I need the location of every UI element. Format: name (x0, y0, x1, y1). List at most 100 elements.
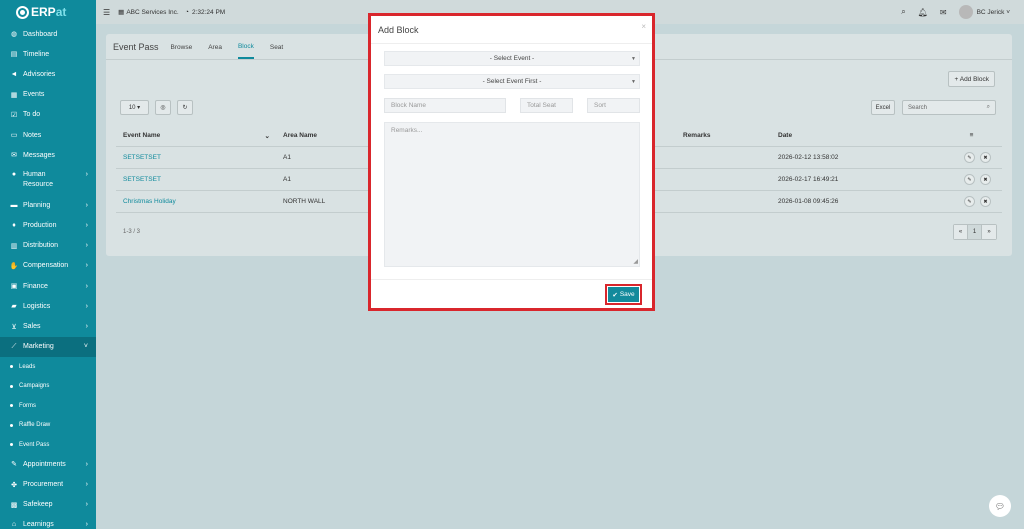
chevron-right-icon: › (85, 242, 88, 250)
remarks-cell (676, 168, 771, 191)
bell-icon[interactable]: 🔔︎ (918, 8, 928, 17)
sidebar-item-production[interactable]: ♦ Production › (0, 216, 96, 236)
column-header-date[interactable]: Date (771, 126, 941, 147)
edit-icon[interactable]: ✎ (964, 173, 975, 185)
sidebar-nav: ◍ Dashboard ▤ Timeline ◄ Advisories ▦ Events… (0, 24, 96, 529)
edit-icon[interactable]: ✎ (964, 151, 975, 163)
add-block-button[interactable]: + Add Block (948, 71, 995, 87)
sidebar-subitem-leads[interactable]: Leads (0, 357, 96, 377)
page-size-select[interactable]: 10 ▾ (120, 100, 149, 115)
sidebar-item-messages[interactable]: ✉ Messages (0, 145, 96, 165)
date-cell: 2026-02-12 13:58:02 (771, 146, 941, 169)
graduation-icon: ⌂ (11, 521, 17, 529)
sort-field[interactable]: Sort (587, 98, 640, 113)
column-header-label: Area Name (283, 132, 317, 140)
sidebar-subitem-event-pass[interactable]: Event Pass (0, 435, 96, 455)
sidebar-item-learnings[interactable]: ⌂ Learnings › (0, 515, 96, 529)
sidebar-item-events[interactable]: ▦ Events (0, 85, 96, 105)
save-button[interactable]: ✔ Save (608, 287, 639, 302)
chevron-right-icon: › (85, 460, 88, 468)
sidebar-item-compensation[interactable]: ✋ Compensation › (0, 256, 96, 276)
resize-handle-icon[interactable]: ◢ (633, 258, 638, 265)
bank-icon: ▥ (10, 242, 18, 250)
page-button-current[interactable]: 1 (968, 225, 982, 239)
list-icon: ≡ (969, 132, 974, 140)
chart-icon: ⟋ (11, 342, 17, 350)
sidebar-item-label: Messages (23, 151, 55, 159)
sidebar-subitem-forms[interactable]: Forms (0, 396, 96, 416)
sidebar-item-label: Finance (23, 282, 48, 290)
sidebar-item-safekeep[interactable]: ▩ Safekeep › (0, 495, 96, 515)
bullet-icon (10, 423, 13, 427)
sidebar-subitem-raffle-draw[interactable]: Raffle Draw (0, 415, 96, 435)
tab-browse[interactable]: Browse (171, 36, 193, 58)
sidebar-subitem-campaigns[interactable]: Campaigns (0, 376, 96, 396)
refresh-button[interactable]: ↻ (177, 100, 193, 115)
row-actions: ✎ ✖ (941, 168, 1002, 191)
excel-button[interactable]: Excel (871, 100, 895, 115)
tab-area[interactable]: Area (208, 36, 222, 58)
event-name-link[interactable]: Christmas Holiday (116, 190, 276, 213)
total-seat-field[interactable]: Total Seat (520, 98, 573, 113)
company-label: ABC Services Inc. (126, 8, 179, 16)
sidebar-item-notes[interactable]: ▭ Notes (0, 125, 96, 145)
app-logo[interactable]: ERP at (0, 0, 96, 24)
sidebar: ERP at ◍ Dashboard ▤ Timeline ◄ Advisories ▦… (0, 0, 96, 529)
sidebar-item-distribution[interactable]: ▥ Distribution › (0, 236, 96, 256)
pagination-info: 1-3 / 3 (123, 229, 141, 235)
chevron-down-icon: ▼ (631, 78, 636, 85)
close-icon[interactable]: × (641, 22, 646, 31)
truck-icon: ▰ (11, 303, 17, 311)
money-icon: ▣ (10, 283, 18, 291)
sidebar-item-appointments[interactable]: ✎ Appointments › (0, 454, 96, 474)
sidebar-item-procurement[interactable]: ✤ Procurement › (0, 475, 96, 495)
tab-block[interactable]: Block (237, 35, 254, 59)
mail-icon[interactable]: ✉ (940, 8, 947, 17)
chat-button[interactable]: 💬︎ (989, 495, 1011, 517)
prev-page-button[interactable]: « (954, 225, 968, 239)
sidebar-item-timeline[interactable]: ▤ Timeline (0, 44, 96, 64)
clock-icon: ◔ (184, 8, 189, 16)
column-header-event-name[interactable]: Event Name ⌄ (116, 126, 276, 147)
sidebar-item-label: Sales (23, 323, 41, 331)
sidebar-item-planning[interactable]: ▬ Planning › (0, 195, 96, 215)
safe-icon: ▩ (10, 501, 18, 509)
user-menu[interactable]: BC Jerick ˅ (977, 9, 1010, 16)
chevron-right-icon: › (85, 171, 88, 179)
checkbox-icon: ☑ (10, 111, 18, 119)
delete-icon[interactable]: ✖ (980, 173, 991, 185)
sidebar-item-marketing[interactable]: ⟋ Marketing ˅ (0, 336, 96, 357)
sidebar-subitem-label: Event Pass (19, 441, 50, 448)
edit-icon[interactable]: ✎ (964, 195, 975, 207)
event-name-link[interactable]: SETSETSET (116, 168, 276, 191)
sidebar-item-advisories[interactable]: ◄ Advisories (0, 64, 96, 84)
chevron-right-icon: › (85, 501, 88, 509)
toggle-columns-button[interactable]: ◎ (155, 100, 171, 115)
search-icon[interactable]: ⌕ (901, 7, 905, 17)
select-event-dropdown[interactable]: - Select Event - ▼ (384, 51, 640, 66)
next-page-button[interactable]: » (982, 225, 996, 239)
search-input[interactable]: Search ⌕ (902, 100, 996, 115)
menu-icon[interactable]: ☰ (103, 8, 110, 17)
sidebar-item-label: Production (23, 222, 57, 230)
sidebar-item-human-resource[interactable]: ● Human Resource › (0, 165, 96, 195)
sidebar-item-dashboard[interactable]: ◍ Dashboard (0, 24, 96, 44)
sidebar-item-finance[interactable]: ▣ Finance › (0, 276, 96, 296)
avatar[interactable] (958, 5, 973, 19)
delete-icon[interactable]: ✖ (980, 151, 991, 163)
delete-icon[interactable]: ✖ (980, 195, 991, 207)
tab-seat[interactable]: Seat (270, 36, 283, 58)
sidebar-item-todo[interactable]: ☑ To do (0, 105, 96, 125)
block-name-field[interactable]: Block Name (384, 98, 506, 113)
select-area-dropdown[interactable]: - Select Event First - ▼ (384, 74, 640, 89)
remarks-textarea[interactable]: Remarks... ◢ (384, 122, 640, 267)
column-header-label: Event Name (123, 131, 161, 139)
chevron-right-icon: › (85, 302, 88, 310)
column-header-remarks[interactable]: Remarks (676, 126, 771, 147)
building-icon: ▦ (118, 9, 125, 16)
event-name-link[interactable]: SETSETSET (116, 146, 276, 169)
column-header-label: Remarks (683, 132, 711, 140)
sidebar-item-label: Planning (23, 201, 51, 209)
sidebar-item-sales[interactable]: ⊻ Sales › (0, 316, 96, 336)
sidebar-item-logistics[interactable]: ▰ Logistics › (0, 296, 96, 316)
